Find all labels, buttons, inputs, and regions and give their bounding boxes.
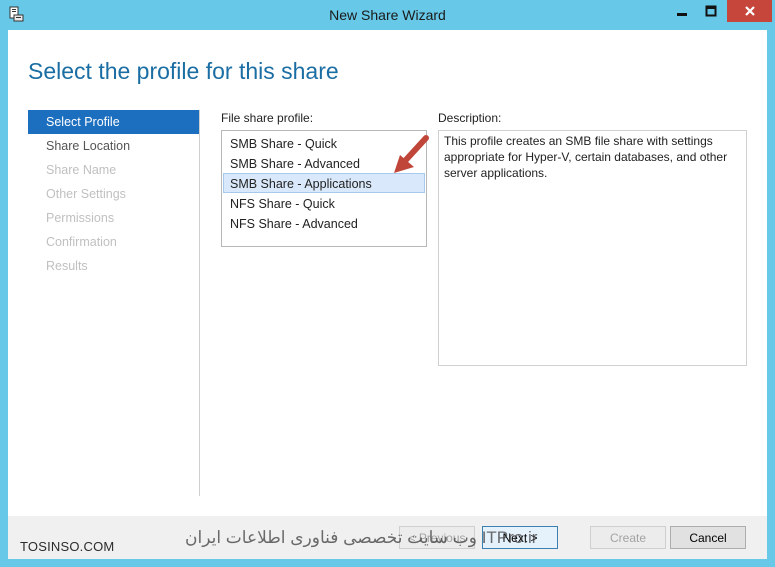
title-bar[interactable]: New Share Wizard	[0, 0, 775, 30]
nav-item-other-settings: Other Settings	[46, 187, 126, 201]
nav-item-confirmation: Confirmation	[46, 235, 117, 249]
nav-item-permissions: Permissions	[46, 211, 115, 225]
nav-item-select-profile[interactable]: Select Profile	[28, 110, 199, 134]
profile-nfs-quick[interactable]: NFS Share - Quick	[223, 193, 425, 213]
nav-item-results: Results	[46, 259, 88, 273]
cancel-button[interactable]: Cancel	[670, 526, 746, 549]
close-button[interactable]	[727, 0, 772, 22]
next-button[interactable]: Next >	[482, 526, 558, 549]
minimize-icon	[677, 13, 687, 16]
create-button[interactable]: Create	[590, 526, 666, 549]
description-box: This profile creates an SMB file share w…	[438, 130, 747, 366]
watermark-tosinso: TOSINSO.COM	[20, 539, 115, 554]
file-share-profile-label: File share profile:	[221, 111, 314, 125]
profile-nfs-advanced[interactable]: NFS Share - Advanced	[223, 213, 425, 233]
annotation-arrow-icon	[394, 135, 429, 173]
page-title: Select the profile for this share	[28, 58, 339, 84]
maximize-button[interactable]	[697, 0, 725, 22]
maximize-icon	[705, 5, 717, 17]
window-bottom-border	[0, 559, 775, 567]
window-title: New Share Wizard	[329, 7, 446, 23]
wizard-footer: < Previous Next > Create Cancel	[8, 516, 767, 559]
wizard-window: New Share Wizard Select the profile for …	[0, 0, 775, 567]
close-icon	[744, 6, 755, 16]
nav-item-share-name: Share Name	[46, 163, 117, 177]
wizard-steps-nav: Select Profile Share Location Share Name…	[28, 110, 200, 496]
description-label: Description:	[438, 111, 502, 125]
nav-item-share-location[interactable]: Share Location	[28, 134, 199, 158]
wizard-content: Select the profile for this share Select…	[8, 30, 767, 516]
previous-button[interactable]: < Previous	[399, 526, 475, 549]
minimize-button[interactable]	[668, 0, 696, 22]
